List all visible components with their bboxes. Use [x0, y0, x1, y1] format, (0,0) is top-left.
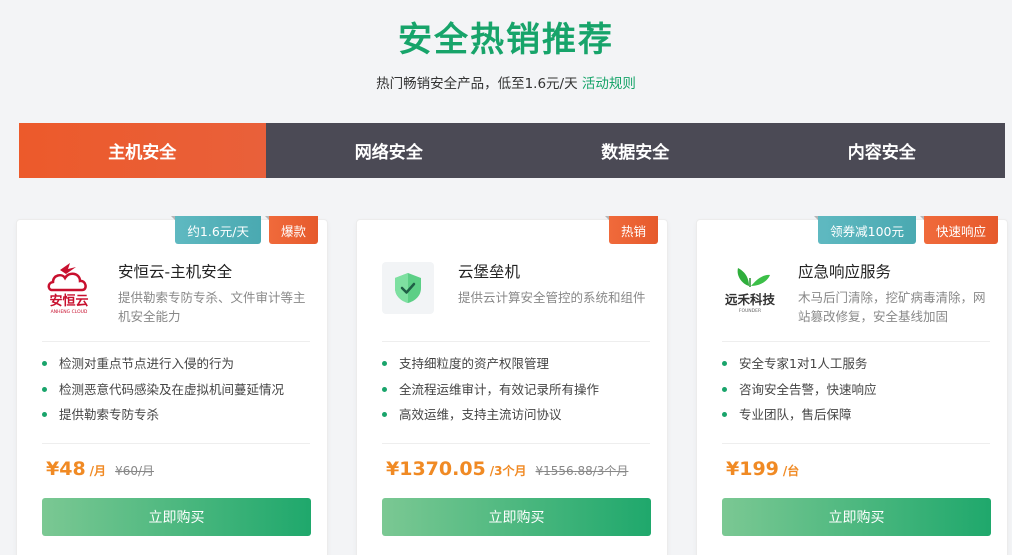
feature-item: 高效运维，支持主流访问协议: [382, 406, 599, 423]
bullet-dot-icon: [42, 386, 47, 392]
price-unit: /月: [89, 464, 107, 478]
svg-text:远禾科技: 远禾科技: [725, 292, 776, 307]
divider: [42, 443, 310, 444]
price-block: ¥1370.05 /3个月 ¥1556.88/3个月: [386, 458, 628, 480]
feature-list: 安全专家1对1人工服务 咨询安全告警，快速响应 专业团队，售后保障: [722, 355, 877, 432]
original-price: ¥60/月: [115, 464, 155, 478]
bullet-dot-icon: [42, 361, 47, 366]
price-unit: /3个月: [489, 464, 527, 478]
tab-data-security[interactable]: 数据安全: [512, 123, 759, 178]
divider: [722, 341, 990, 342]
divider: [722, 443, 990, 444]
bullet-dot-icon: [382, 386, 387, 392]
feature-list: 检测对重点节点进行入侵的行为 检测恶意代码感染及在虚拟机间蔓延情况 提供勒索专防…: [42, 355, 284, 432]
product-text: 云堡垒机 提供云计算安全管控的系统和组件: [458, 260, 649, 314]
anheng-cloud-logo: 安恒云 ANHENG CLOUD: [42, 260, 98, 316]
price-block: ¥48 /月 ¥60/月: [46, 458, 154, 480]
bullet-dot-icon: [382, 412, 387, 417]
svg-text:ANHENG CLOUD: ANHENG CLOUD: [51, 309, 88, 315]
product-card-host-security: 约1.6元/天 爆款 安恒云 ANHENG CLOUD 安恒云-主机安全 提供勒…: [16, 216, 328, 555]
product-card-bastion-host: 热销 云堡垒机 提供云计算安全管控的系统和组件 支持细粒度的资产权限管理 全流程…: [356, 216, 668, 555]
hot-sale-badge: 热销: [604, 216, 658, 244]
feature-item: 全流程运维审计，有效记录所有操作: [382, 381, 599, 398]
activity-rules-link[interactable]: 活动规则: [582, 76, 636, 92]
badges: 约1.6元/天 爆款: [171, 216, 318, 244]
product-name: 云堡垒机: [458, 263, 521, 281]
feature-item: 安全专家1对1人工服务: [722, 355, 877, 372]
product-cards: 约1.6元/天 爆款 安恒云 ANHENG CLOUD 安恒云-主机安全 提供勒…: [16, 216, 1008, 555]
svg-text:FOUNDER: FOUNDER: [739, 308, 761, 314]
current-price: ¥48: [46, 458, 86, 480]
price-block: ¥199 /台: [726, 458, 799, 480]
product-name: 安恒云-主机安全: [118, 263, 233, 281]
page-header: 安全热销推荐 热门畅销安全产品，低至1.6元/天 活动规则: [0, 0, 1012, 94]
product-text: 安恒云-主机安全 提供勒索专防专杀、文件审计等主机安全能力: [118, 260, 309, 326]
feature-item: 支持细粒度的资产权限管理: [382, 355, 599, 372]
subtitle-text: 热门畅销安全产品，低至1.6元/天: [376, 76, 578, 92]
divider: [382, 443, 650, 444]
badges: 领券减100元 快速响应: [814, 216, 998, 244]
page-title: 安全热销推荐: [398, 20, 614, 60]
current-price: ¥199: [726, 458, 779, 480]
feature-item: 检测对重点节点进行入侵的行为: [42, 355, 284, 372]
feature-item: 专业团队，售后保障: [722, 406, 877, 423]
bullet-dot-icon: [722, 386, 727, 392]
feature-list: 支持细粒度的资产权限管理 全流程运维审计，有效记录所有操作 高效运维，支持主流访…: [382, 355, 599, 432]
product-name: 应急响应服务: [798, 263, 892, 281]
current-price: ¥1370.05: [386, 458, 486, 480]
buy-now-button[interactable]: 立即购买: [722, 498, 991, 536]
hot-badge: 爆款: [264, 216, 318, 244]
yuanhe-tech-logo: 远禾科技 FOUNDER: [722, 260, 778, 316]
product-text: 应急响应服务 木马后门清除，挖矿病毒清除，网站篡改修复，安全基线加固: [798, 260, 989, 326]
product-info: 云堡垒机 提供云计算安全管控的系统和组件: [382, 260, 649, 314]
fast-response-badge: 快速响应: [919, 216, 998, 244]
tab-content-security[interactable]: 内容安全: [759, 123, 1006, 178]
buy-now-button[interactable]: 立即购买: [42, 498, 311, 536]
price-per-day-badge: 约1.6元/天: [171, 216, 261, 244]
feature-item: 咨询安全告警，快速响应: [722, 381, 877, 398]
category-tabs: 主机安全 网络安全 数据安全 内容安全: [19, 123, 1005, 178]
buy-now-button[interactable]: 立即购买: [382, 498, 651, 536]
shield-check-icon: [382, 262, 434, 314]
svg-text:安恒云: 安恒云: [49, 293, 88, 309]
coupon-badge: 领券减100元: [814, 216, 916, 244]
divider: [42, 341, 310, 342]
product-description: 提供勒索专防专杀、文件审计等主机安全能力: [118, 290, 306, 324]
feature-item: 提供勒索专防专杀: [42, 406, 284, 423]
product-description: 提供云计算安全管控的系统和组件: [458, 290, 646, 305]
bullet-dot-icon: [722, 361, 727, 366]
bullet-dot-icon: [42, 412, 47, 417]
bullet-dot-icon: [382, 361, 387, 366]
feature-item: 检测恶意代码感染及在虚拟机间蔓延情况: [42, 381, 284, 398]
tab-network-security[interactable]: 网络安全: [266, 123, 513, 178]
divider: [382, 341, 650, 342]
price-unit: /台: [782, 464, 800, 478]
product-card-emergency-response: 领券减100元 快速响应 远禾科技 FOUNDER 应急响应服务 木马后门清除，…: [696, 216, 1008, 555]
product-description: 木马后门清除，挖矿病毒清除，网站篡改修复，安全基线加固: [798, 290, 986, 324]
original-price: ¥1556.88/3个月: [535, 464, 629, 478]
product-info: 安恒云 ANHENG CLOUD 安恒云-主机安全 提供勒索专防专杀、文件审计等…: [42, 260, 309, 326]
page-subtitle: 热门畅销安全产品，低至1.6元/天 活动规则: [0, 74, 1012, 94]
product-info: 远禾科技 FOUNDER 应急响应服务 木马后门清除，挖矿病毒清除，网站篡改修复…: [722, 260, 989, 326]
bullet-dot-icon: [722, 412, 727, 417]
tab-host-security[interactable]: 主机安全: [19, 123, 266, 178]
badges: 热销: [604, 216, 658, 244]
